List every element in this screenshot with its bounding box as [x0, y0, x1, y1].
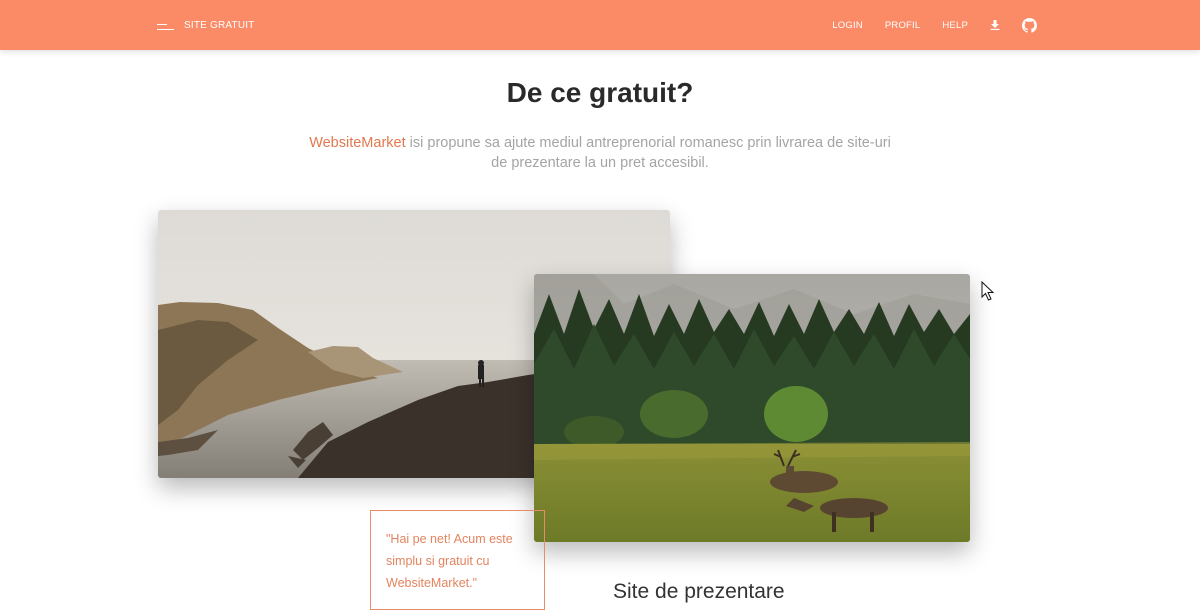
- top-navbar: SITE GRATUIT LOGIN PROFIL HELP: [0, 0, 1200, 50]
- section-subheading: Site de prezentare: [613, 580, 785, 603]
- quote-card: "Hai pe net! Acum este simplu si gratuit…: [370, 510, 545, 610]
- brand-label: SITE GRATUIT: [184, 19, 255, 31]
- section-title: De ce gratuit?: [506, 76, 694, 108]
- mouse-cursor-icon: [981, 281, 995, 301]
- nav-links: LOGIN PROFIL HELP: [810, 17, 1037, 33]
- intro-paragraph: WebsiteMarket isi propune sa ajute mediu…: [300, 133, 900, 173]
- login-link[interactable]: LOGIN: [832, 20, 863, 31]
- intro-text: isi propune sa ajute mediul antreprenori…: [405, 134, 891, 171]
- github-icon[interactable]: [1022, 17, 1037, 33]
- menu-icon: [157, 18, 174, 32]
- websitemarket-link[interactable]: WebsiteMarket: [309, 135, 405, 151]
- quote-text: "Hai pe net! Acum este simplu si gratuit…: [386, 532, 513, 590]
- profil-link[interactable]: PROFIL: [885, 20, 921, 31]
- download-icon[interactable]: [990, 20, 1000, 30]
- forest-deer-photo: [534, 274, 970, 542]
- brand-menu-button[interactable]: SITE GRATUIT: [157, 18, 255, 32]
- help-link[interactable]: HELP: [942, 20, 968, 31]
